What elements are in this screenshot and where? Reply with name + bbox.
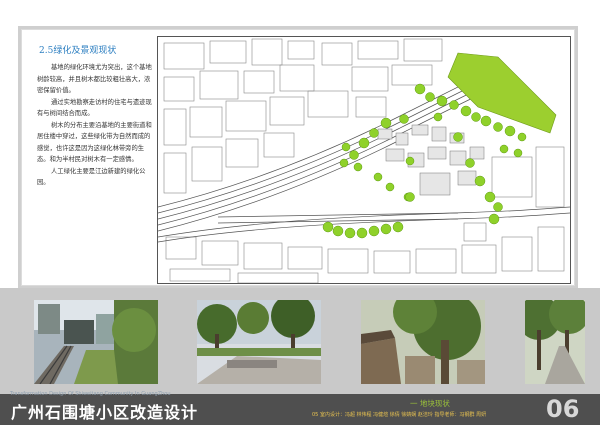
section-title: 2.5绿化及景观现状 <box>39 46 117 56</box>
site-map-drawing <box>158 38 570 283</box>
section-subtitle: 一 地块现状 <box>410 399 450 408</box>
english-title: Transformation Design Of Shiweitang Comm… <box>10 391 171 397</box>
body-text: 基地的绿化环境尤为突出，这个基地树龄较高，并且树木都比较粗壮高大，浓密保留价值。… <box>37 62 152 189</box>
paragraph: 人工绿化主要是江边新建的绿化公园。 <box>37 167 146 187</box>
paragraph: 通过实地勘察走访村的住宅与遗迹现有与树间结合而成。 <box>37 98 152 118</box>
paragraph: 树木的分布主要沿基地的主要街道和居住楼中穿过，这些绿化带为自然而成的感觉，也许这… <box>37 121 152 164</box>
main-title: 广州石围塘小区改造设计 <box>11 403 199 422</box>
page-number: 06 <box>546 395 580 423</box>
photo-railway <box>34 300 158 384</box>
photo-village-trees <box>361 300 485 384</box>
paragraph: 基地的绿化环境尤为突出，这个基地树龄较高，并且树木都比较粗壮高大，浓密保留价值。 <box>37 64 152 94</box>
green-park-area <box>447 52 557 134</box>
site-map <box>157 36 571 284</box>
design-credits: 05 室内设计：冯超 林伟程 冯健煊 徐倩 徐婧娴 赵洁玲 指导老师：冯钢群 周… <box>312 412 487 418</box>
photo-tree-lined-road <box>525 300 585 384</box>
photo-park <box>197 300 321 384</box>
